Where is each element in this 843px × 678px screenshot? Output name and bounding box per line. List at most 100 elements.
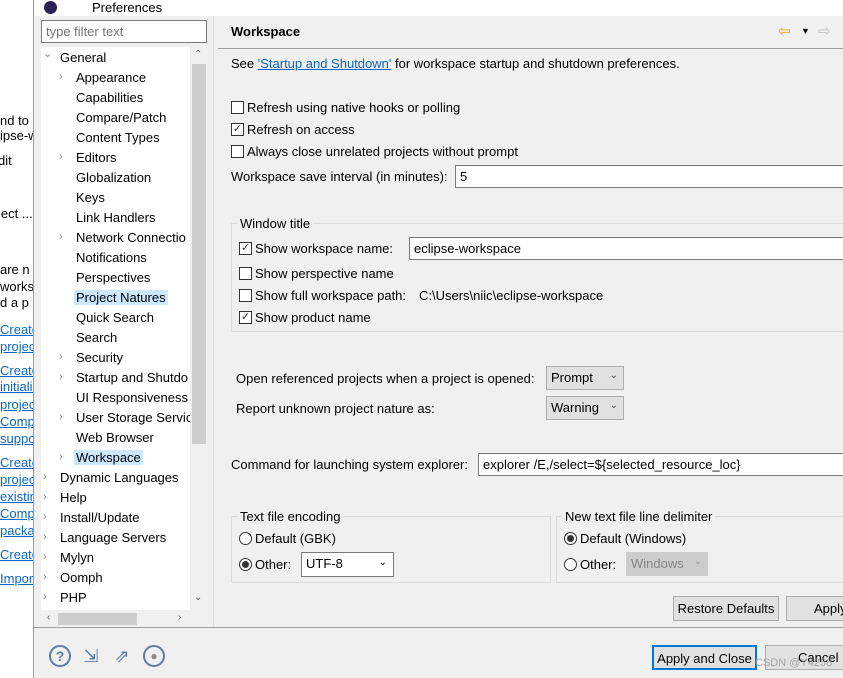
chevron-right-icon[interactable]: › bbox=[43, 548, 47, 567]
tree-item-label: General bbox=[60, 50, 107, 65]
encoding-default-radio[interactable] bbox=[239, 532, 252, 545]
vertical-scroll-thumb[interactable] bbox=[192, 64, 206, 444]
intro-suffix: for workspace startup and shutdown prefe… bbox=[391, 56, 680, 71]
chevron-down-icon: ⌄ bbox=[693, 556, 702, 567]
sash-divider[interactable] bbox=[213, 16, 214, 627]
chevron-right-icon[interactable]: › bbox=[43, 528, 47, 547]
chevron-right-icon[interactable]: › bbox=[43, 508, 47, 527]
tree-item[interactable]: Capabilities bbox=[74, 88, 145, 107]
tree-item[interactable]: › Dynamic Languages bbox=[43, 468, 181, 487]
scroll-left-icon[interactable]: ‹ bbox=[47, 612, 50, 623]
tree-item[interactable]: › Workspace bbox=[59, 448, 143, 467]
tree-item[interactable]: ⌄ General bbox=[43, 48, 108, 67]
delimiter-other-radio[interactable] bbox=[564, 558, 577, 571]
tree-item[interactable]: Keys bbox=[74, 188, 107, 207]
restore-defaults-button[interactable]: Restore Defaults bbox=[673, 596, 779, 621]
tree-item[interactable]: Quick Search bbox=[74, 308, 156, 327]
chevron-down-icon[interactable]: ⌄ bbox=[43, 47, 52, 64]
horizontal-scroll-thumb[interactable] bbox=[58, 613, 137, 625]
chevron-right-icon[interactable]: › bbox=[59, 148, 63, 167]
tree-item[interactable]: › Install/Update bbox=[43, 508, 142, 527]
history-dropdown-icon[interactable]: ▼ bbox=[801, 26, 810, 36]
chevron-right-icon[interactable]: › bbox=[43, 468, 47, 487]
tree-item[interactable]: › User Storage Servic bbox=[59, 408, 194, 427]
scroll-right-icon[interactable]: › bbox=[178, 612, 181, 623]
tree-item[interactable]: Notifications bbox=[74, 248, 149, 267]
tree-item-label: Search bbox=[76, 330, 118, 345]
apply-and-close-button[interactable]: Apply and Close bbox=[652, 645, 757, 670]
tree-item[interactable]: Search bbox=[74, 328, 119, 347]
tree-item[interactable]: Perspectives bbox=[74, 268, 152, 287]
show-workspace-name-checkbox[interactable]: ✓ bbox=[239, 242, 252, 255]
forward-arrow-icon[interactable]: ⇨ bbox=[818, 22, 831, 40]
show-product-name-checkbox[interactable]: ✓ bbox=[239, 311, 252, 324]
tree-item[interactable]: › Mylyn bbox=[43, 548, 96, 567]
workspace-name-input[interactable]: eclipse-workspace bbox=[409, 237, 843, 260]
import-icon[interactable]: ⇲ bbox=[80, 645, 102, 667]
tree-item[interactable]: › Help bbox=[43, 488, 89, 507]
show-perspective-name-label: Show perspective name bbox=[255, 266, 394, 281]
tree-item-label: Keys bbox=[76, 190, 105, 205]
tree-item[interactable]: › Security bbox=[59, 348, 125, 367]
tree-item[interactable]: › Appearance bbox=[59, 68, 148, 87]
tree-item[interactable]: Content Types bbox=[74, 128, 162, 147]
background-link: Create bbox=[0, 455, 33, 470]
record-icon[interactable]: ● bbox=[143, 645, 165, 667]
tree-item[interactable]: Link Handlers bbox=[74, 208, 158, 227]
show-full-path-checkbox[interactable] bbox=[239, 289, 252, 302]
background-link: Impor bbox=[0, 571, 34, 586]
tree-item[interactable]: › Editors bbox=[59, 148, 118, 167]
tree-item[interactable]: › Network Connectio bbox=[59, 228, 188, 247]
chevron-right-icon[interactable]: › bbox=[59, 68, 63, 87]
tree-item[interactable]: Globalization bbox=[74, 168, 153, 187]
save-interval-input[interactable]: 5 bbox=[455, 165, 843, 188]
delimiter-default-radio[interactable] bbox=[564, 532, 577, 545]
tree-item-label: Help bbox=[60, 490, 87, 505]
chevron-right-icon[interactable]: › bbox=[59, 228, 63, 247]
tree-item[interactable]: Web Browser bbox=[74, 428, 156, 447]
startup-shutdown-link[interactable]: 'Startup and Shutdown' bbox=[258, 56, 392, 71]
scroll-down-icon[interactable]: ⌄ bbox=[194, 592, 202, 603]
background-text: ject ... bbox=[0, 206, 33, 221]
scroll-up-icon[interactable]: ⌃ bbox=[194, 49, 202, 60]
refresh-native-checkbox[interactable] bbox=[231, 101, 244, 114]
background-link: projec bbox=[0, 472, 34, 487]
preference-tree: ⌄ General › Appearance Capabilities Compare/P… bbox=[41, 47, 207, 627]
header-separator bbox=[218, 48, 843, 49]
tree-item[interactable]: › Language Servers bbox=[43, 528, 168, 547]
tree-item[interactable]: Compare/Patch bbox=[74, 108, 168, 127]
chevron-right-icon[interactable]: › bbox=[59, 348, 63, 367]
report-unknown-select[interactable]: Warning ⌄ bbox=[546, 396, 624, 420]
tree-item-label: Quick Search bbox=[76, 310, 155, 325]
refresh-access-checkbox[interactable]: ✓ bbox=[231, 123, 244, 136]
encoding-other-radio[interactable] bbox=[239, 558, 252, 571]
tree-item[interactable]: › PHP bbox=[43, 588, 89, 607]
tree-item[interactable]: › Startup and Shutdo bbox=[59, 368, 190, 387]
tree-item[interactable]: › Oomph bbox=[43, 568, 105, 587]
tree-item-label: Language Servers bbox=[60, 530, 167, 545]
tree-item[interactable]: UI Responsiveness bbox=[74, 388, 190, 407]
encoding-select[interactable]: UTF-8 ⌄ bbox=[301, 552, 394, 577]
tree-item[interactable]: Project Natures bbox=[74, 288, 168, 307]
filter-input[interactable] bbox=[41, 20, 207, 43]
export-icon[interactable]: ⇗ bbox=[111, 645, 133, 667]
delimiter-default-label: Default (Windows) bbox=[580, 531, 687, 546]
explorer-command-input[interactable]: explorer /E,/select=${selected_resource_… bbox=[478, 453, 843, 476]
background-link: projec bbox=[0, 397, 34, 412]
chevron-right-icon[interactable]: › bbox=[43, 488, 47, 507]
chevron-right-icon[interactable]: › bbox=[59, 448, 63, 467]
always-close-checkbox[interactable] bbox=[231, 145, 244, 158]
background-link: projec bbox=[0, 339, 34, 354]
chevron-right-icon[interactable]: › bbox=[43, 588, 47, 607]
chevron-right-icon[interactable]: › bbox=[59, 368, 63, 387]
encoding-default-label: Default (GBK) bbox=[255, 531, 336, 546]
back-arrow-icon[interactable]: ⇦ bbox=[778, 22, 791, 40]
help-icon[interactable]: ? bbox=[49, 645, 71, 667]
chevron-right-icon[interactable]: › bbox=[59, 408, 63, 427]
tree-item-label: Project Natures bbox=[74, 290, 168, 305]
show-perspective-name-checkbox[interactable] bbox=[239, 267, 252, 280]
open-referenced-select[interactable]: Prompt ⌄ bbox=[546, 366, 624, 390]
chevron-right-icon[interactable]: › bbox=[43, 568, 47, 587]
chevron-down-icon: ⌄ bbox=[378, 557, 387, 568]
apply-button[interactable]: Apply bbox=[786, 596, 843, 621]
